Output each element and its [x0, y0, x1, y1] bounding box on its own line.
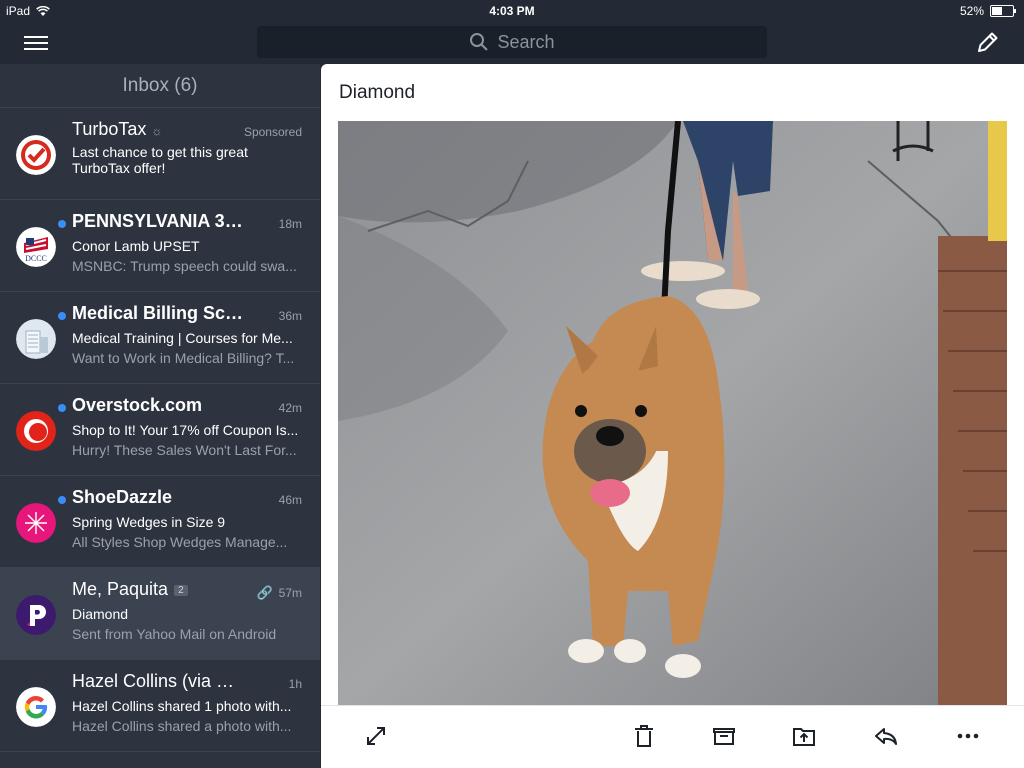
paquita-avatar-icon	[16, 595, 56, 635]
dog-photo[interactable]	[338, 121, 1007, 706]
mail-item-turbotax[interactable]: TurboTax ☼ Sponsored Last chance to get …	[0, 108, 320, 200]
dccc-logo-icon: DCCC	[16, 227, 56, 267]
svg-text:DCCC: DCCC	[25, 254, 47, 263]
sponsored-icon: ☼	[151, 124, 163, 138]
mail-list-sidebar: Inbox (6) TurboTax ☼ Sponsored Last chan…	[0, 64, 320, 768]
shoedazzle-logo-icon	[16, 503, 56, 543]
clock: 4:03 PM	[489, 4, 535, 18]
google-logo-icon	[16, 687, 56, 727]
message-toolbar	[321, 705, 1024, 768]
top-bar: Search	[0, 22, 1024, 64]
mail-item-pennsylvania[interactable]: DCCC PENNSYLVANIA 3X... 18m Conor Lamb U…	[0, 200, 320, 292]
search-bar[interactable]: Search	[257, 26, 767, 58]
mail-preview: Hurry! These Sales Won't Last For...	[72, 442, 297, 458]
mail-sender: ShoeDazzle	[72, 487, 173, 507]
mail-time: 36m	[278, 309, 302, 323]
expand-icon[interactable]	[363, 723, 389, 749]
unread-indicator	[58, 496, 66, 504]
more-icon[interactable]	[955, 723, 981, 749]
mail-item-shoedazzle[interactable]: ShoeDazzle 46m Spring Wedges in Size 9 A…	[0, 476, 320, 568]
hamburger-icon[interactable]	[24, 33, 48, 53]
trash-icon[interactable]	[631, 723, 657, 749]
mail-sender: Overstock.com	[72, 395, 203, 415]
mail-item-hazel-collins[interactable]: Hazel Collins (via Goog... 1h Hazel Coll…	[0, 660, 320, 752]
reply-icon[interactable]	[873, 723, 899, 749]
attachment-link-icon: 🔗	[256, 585, 273, 600]
mail-preview: Sent from Yahoo Mail on Android	[72, 626, 277, 642]
overstock-logo-icon	[16, 411, 56, 451]
mail-subject: Last chance to get this great TurboTax o…	[72, 144, 248, 176]
battery-percent: 52%	[959, 4, 984, 18]
mail-subject: Shop to It! Your 17% off Coupon Is...	[72, 422, 299, 438]
mail-subject: Diamond	[72, 606, 129, 622]
mail-item-medical-billing[interactable]: Medical Billing Scho... 36m Medical Trai…	[0, 292, 320, 384]
mail-preview: All Styles Shop Wedges Manage...	[72, 534, 288, 550]
mail-time: 18m	[278, 217, 302, 231]
move-to-folder-icon[interactable]	[791, 723, 817, 749]
mail-preview: Hazel Collins shared a photo with...	[72, 718, 292, 734]
reading-pane: Diamond	[321, 64, 1024, 768]
mail-subject: Medical Training | Courses for Me...	[72, 330, 293, 346]
mail-subject: Conor Lamb UPSET	[72, 238, 200, 254]
mail-time: 1h	[288, 677, 302, 691]
search-placeholder: Search	[497, 31, 555, 52]
mail-subject: Spring Wedges in Size 9	[72, 514, 226, 530]
message-subject: Diamond	[339, 82, 416, 103]
unread-indicator	[58, 220, 66, 228]
mail-sender: Me, Paquita 2	[72, 579, 247, 600]
sponsored-label: Sponsored	[243, 125, 302, 139]
mail-sender: Medical Billing Scho...	[72, 303, 247, 323]
battery-icon	[990, 5, 1016, 17]
thread-count-badge: 2	[174, 584, 188, 596]
mail-sender: Hazel Collins (via Goog...	[72, 671, 247, 691]
mail-time: 46m	[278, 493, 302, 507]
mail-time: 42m	[278, 401, 302, 415]
building-avatar-icon	[16, 319, 56, 359]
unread-indicator	[58, 312, 66, 320]
unread-indicator	[58, 404, 66, 412]
mail-preview: Want to Work in Medical Billing? T...	[72, 350, 295, 366]
inbox-title: Inbox (6)	[0, 64, 320, 108]
mail-item-overstock[interactable]: Overstock.com 42m Shop to It! Your 17% o…	[0, 384, 320, 476]
search-icon	[470, 33, 489, 51]
status-bar: iPad 4:03 PM 52%	[0, 0, 1024, 22]
mail-preview: MSNBC: Trump speech could swa...	[72, 258, 297, 274]
mail-subject: Hazel Collins shared 1 photo with...	[72, 698, 292, 714]
mail-time: 🔗 57m	[256, 585, 302, 600]
archive-icon[interactable]	[711, 723, 737, 749]
compose-icon[interactable]	[974, 30, 1000, 56]
turbotax-logo-icon	[16, 135, 56, 175]
mail-sender: TurboTax ☼	[72, 119, 163, 139]
mail-sender: PENNSYLVANIA 3X...	[72, 211, 247, 231]
mail-item-me-paquita[interactable]: Me, Paquita 2 🔗 57m Diamond Sent from Yaho…	[0, 568, 320, 660]
